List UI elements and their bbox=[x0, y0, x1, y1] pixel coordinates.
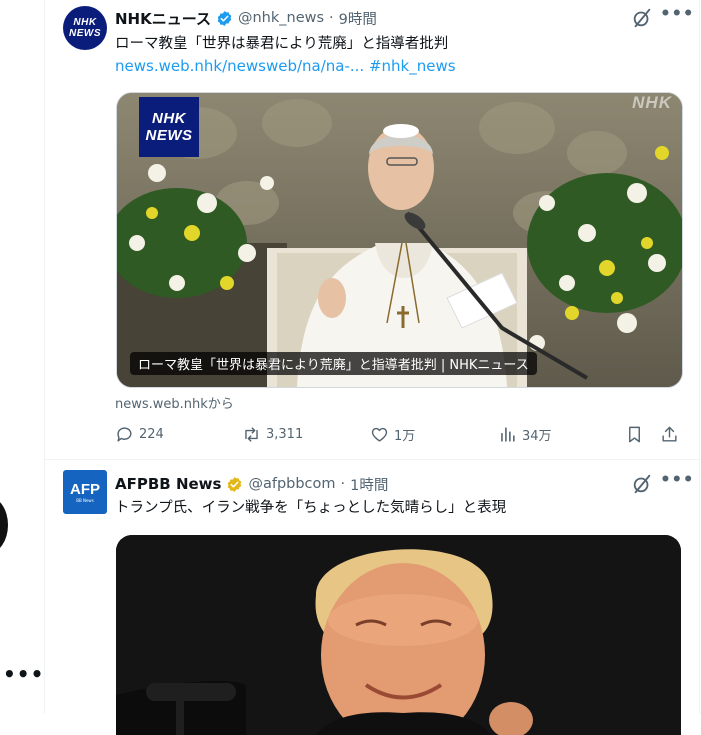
like-count: 1万 bbox=[394, 428, 416, 444]
author-handle[interactable]: @nhk_news bbox=[238, 10, 324, 26]
repost-count: 3,311 bbox=[266, 426, 304, 442]
media-caption: ローマ教皇「世界は暴君により荒廃」と指導者批判 | NHKニュース bbox=[130, 352, 537, 375]
author-handle[interactable]: @afpbbcom bbox=[248, 476, 335, 492]
media-card[interactable]: NHK NEWS NHK ローマ教皇「世界は暴君により荒廃」と指導者批判 | N… bbox=[116, 92, 683, 388]
repost-icon bbox=[245, 426, 258, 442]
avatar[interactable]: NHK NEWS bbox=[63, 6, 107, 50]
repost-button[interactable]: 3,311 bbox=[242, 423, 303, 445]
timestamp[interactable]: 1時間 bbox=[350, 474, 388, 495]
reply-button[interactable]: 224 bbox=[115, 423, 164, 445]
more-horizontal-icon[interactable]: ••• bbox=[3, 662, 44, 686]
views-icon bbox=[501, 426, 515, 442]
link-source[interactable]: news.web.nhkから bbox=[115, 393, 234, 412]
tweet-links: news.web.nhk/newsweb/na/na-... #nhk_news bbox=[115, 57, 456, 75]
logo-text: NEWS bbox=[145, 127, 193, 144]
verified-badge-icon bbox=[217, 10, 232, 26]
more-options-icon[interactable]: ••• bbox=[660, 472, 694, 495]
tweet[interactable]: NHK NEWS NHKニュース @nhk_news · 9時間 ••• ローマ… bbox=[45, 0, 699, 460]
reply-icon bbox=[117, 426, 132, 442]
share-icon bbox=[662, 426, 677, 442]
media-image[interactable] bbox=[116, 535, 681, 735]
views-button[interactable]: 34万 bbox=[498, 423, 552, 445]
tweet-header: NHKニュース @nhk_news · 9時間 bbox=[115, 7, 377, 29]
nhk-news-logo: NHK NEWS bbox=[139, 97, 199, 157]
avatar-text: NEWS bbox=[69, 28, 101, 39]
timeline: NHK NEWS NHKニュース @nhk_news · 9時間 ••• ローマ… bbox=[44, 0, 700, 735]
hashtag-link[interactable]: #nhk_news bbox=[369, 57, 456, 75]
watermark: NHK bbox=[632, 93, 672, 112]
tweet[interactable]: AFP BB News AFPBB News @afpbbcom · 1時間 •… bbox=[45, 460, 699, 735]
separator: · bbox=[329, 10, 334, 26]
avatar-text: AFP bbox=[70, 480, 100, 498]
logo-text: NHK bbox=[152, 110, 186, 127]
left-rail: ••• bbox=[0, 0, 44, 714]
timestamp[interactable]: 9時間 bbox=[339, 8, 377, 29]
reply-count: 224 bbox=[139, 426, 164, 442]
photo bbox=[116, 535, 681, 735]
share-button[interactable] bbox=[660, 423, 679, 445]
verified-gold-badge-icon bbox=[228, 476, 242, 492]
avatar-text: NHK bbox=[73, 17, 97, 28]
like-button[interactable]: 1万 bbox=[370, 423, 415, 445]
grok-icon[interactable] bbox=[631, 7, 653, 29]
grok-icon[interactable] bbox=[631, 473, 653, 495]
avatar-subtext: BB News bbox=[76, 497, 94, 503]
separator: · bbox=[340, 476, 346, 492]
author-name[interactable]: AFPBB News bbox=[115, 475, 221, 493]
heart-icon bbox=[371, 427, 388, 442]
tweet-header: AFPBB News @afpbbcom · 1時間 bbox=[115, 473, 388, 495]
tweet-text: ローマ教皇「世界は暴君により荒廃」と指導者批判 bbox=[115, 36, 449, 52]
tweet-link[interactable]: news.web.nhk/newsweb/na/na-... bbox=[115, 57, 364, 75]
media-image bbox=[117, 93, 682, 387]
tweet-text: トランプ氏、イラン戦争を「ちょっとした気晴らし」と表現 bbox=[115, 500, 507, 516]
avatar[interactable]: AFP BB News bbox=[63, 470, 107, 514]
bookmark-icon bbox=[629, 426, 640, 442]
bookmark-button[interactable] bbox=[625, 423, 644, 445]
action-bar: 224 3,311 1万 34万 bbox=[115, 423, 685, 445]
account-avatar[interactable] bbox=[0, 497, 8, 553]
author-name[interactable]: NHKニュース bbox=[115, 8, 211, 29]
views-count: 34万 bbox=[522, 428, 552, 444]
more-options-icon[interactable]: ••• bbox=[660, 6, 694, 29]
